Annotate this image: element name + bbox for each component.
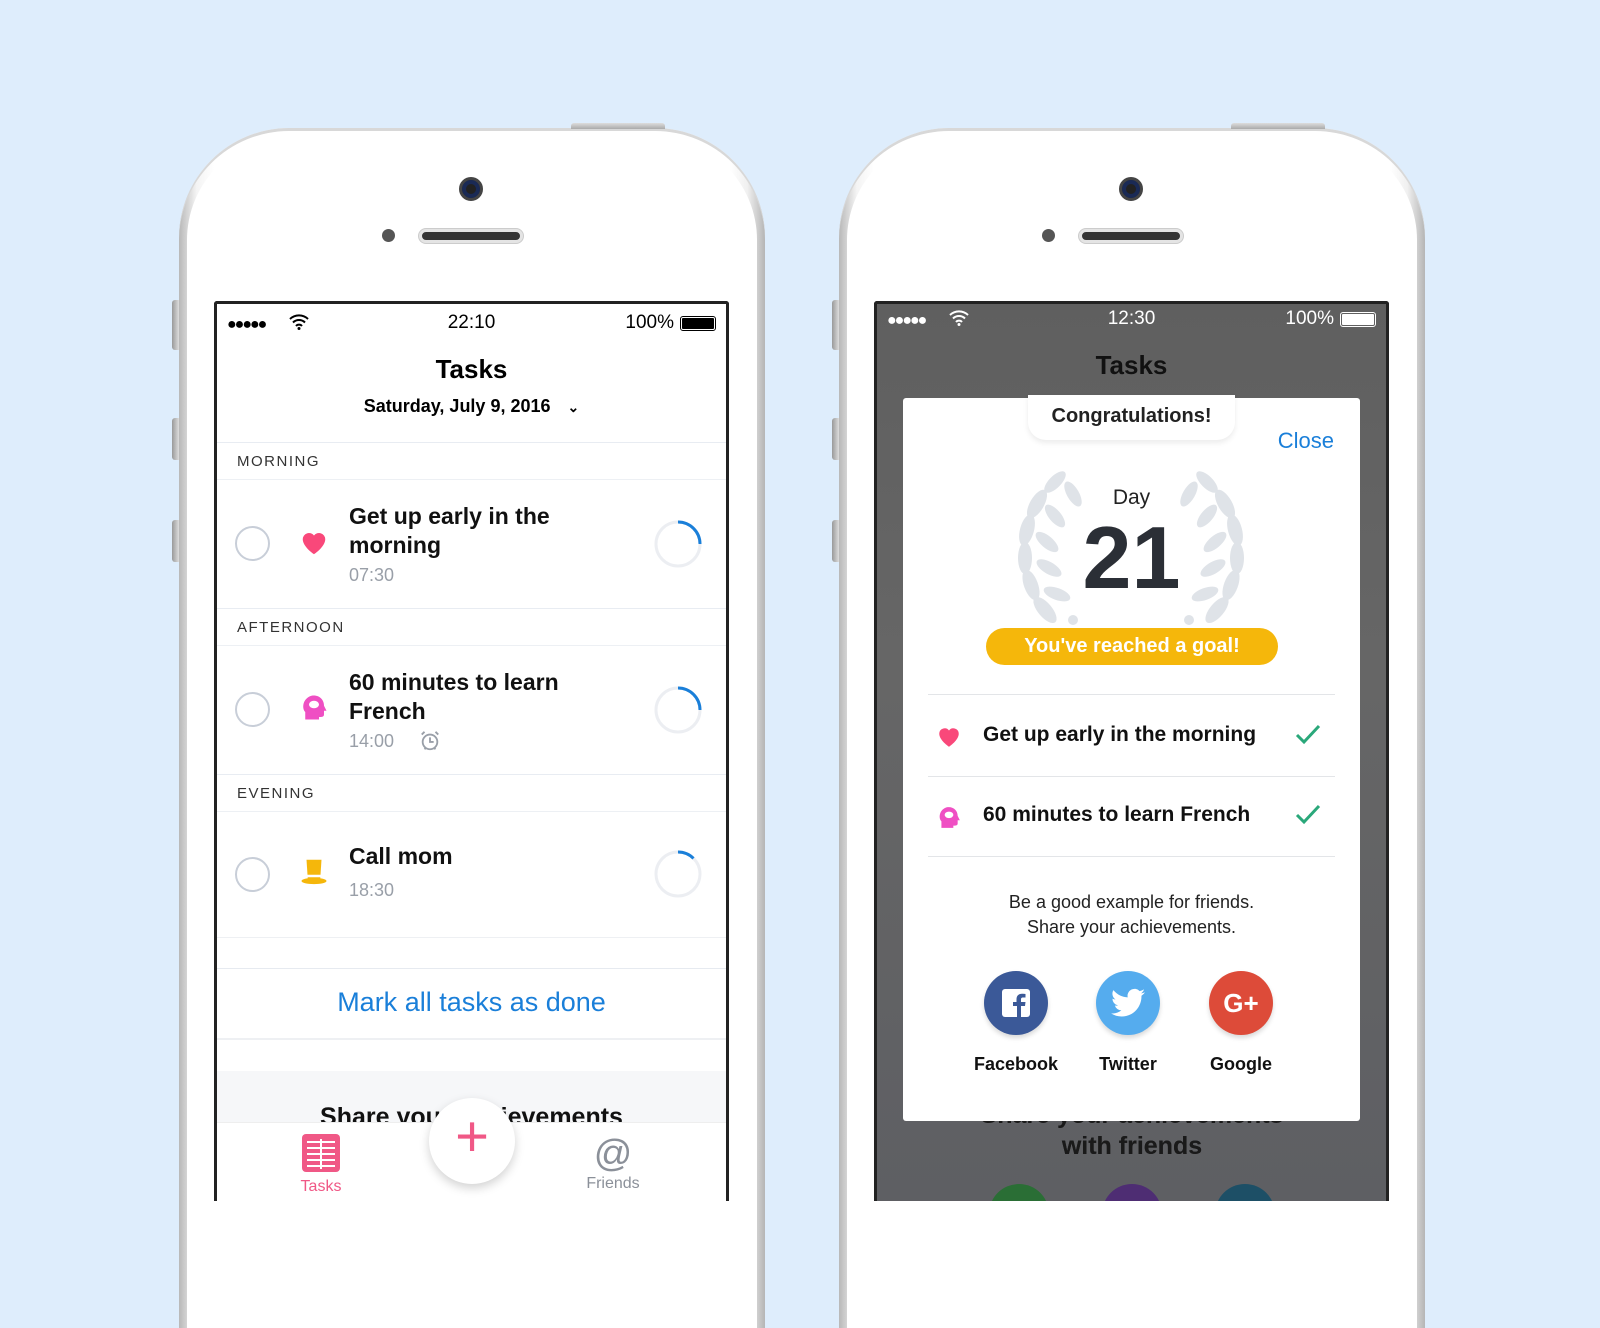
google-button[interactable]: G+ bbox=[1209, 971, 1273, 1035]
battery-icon bbox=[1340, 311, 1376, 327]
task-time: 14:00 bbox=[349, 731, 395, 751]
task-row[interactable]: 60 minutes to learn French 14:00 bbox=[217, 646, 726, 774]
task-name: 60 minutes to learn French bbox=[983, 803, 1251, 826]
heart-icon bbox=[302, 533, 326, 555]
battery-icon bbox=[680, 315, 716, 331]
head-icon bbox=[939, 807, 960, 828]
twitter-label: Twitter bbox=[1099, 1054, 1157, 1074]
section-afternoon: AFTERNOON bbox=[217, 608, 726, 646]
task-checkbox[interactable] bbox=[235, 526, 270, 561]
mark-all-done-button[interactable]: Mark all tasks as done bbox=[217, 968, 726, 1040]
day-number: 21 bbox=[1082, 508, 1181, 607]
battery-percent: 100% bbox=[1285, 308, 1334, 329]
facebook-icon bbox=[1002, 989, 1030, 1017]
progress-ring bbox=[654, 850, 702, 898]
google-label: Google bbox=[1210, 1054, 1272, 1074]
task-row[interactable]: Call mom 18:30 bbox=[217, 812, 726, 938]
tab-label: Tasks bbox=[300, 1178, 342, 1195]
google-plus-icon: G+ bbox=[1223, 988, 1259, 1018]
at-icon: @ bbox=[593, 1133, 633, 1175]
page-title: Tasks bbox=[435, 354, 508, 384]
congrats-screen: ●●●●● 12:30 100% Tasks Share your achiev… bbox=[874, 301, 1389, 1201]
speaker bbox=[1079, 229, 1183, 243]
message-line: Share your achievements. bbox=[1026, 917, 1237, 937]
day-label: Day bbox=[1112, 486, 1151, 509]
facebook-button[interactable] bbox=[984, 971, 1048, 1035]
share-message: Be a good example for friends. Share you… bbox=[903, 890, 1360, 940]
task-time: 07:30 bbox=[349, 565, 395, 585]
sensor bbox=[382, 229, 395, 242]
add-task-button[interactable]: + bbox=[429, 1098, 515, 1184]
twitter-icon bbox=[1111, 988, 1145, 1017]
task-checkbox[interactable] bbox=[235, 692, 270, 727]
speaker bbox=[419, 229, 523, 243]
date-label: Saturday, July 9, 2016 bbox=[363, 396, 551, 416]
camera bbox=[459, 177, 483, 201]
message-line: Be a good example for friends. bbox=[1008, 892, 1255, 912]
status-bar: ●●●●● 12:30 100% bbox=[887, 308, 1376, 332]
congrats-badge: Congratulations! bbox=[1028, 395, 1235, 440]
chevron-down-icon: ⌄ bbox=[567, 399, 580, 415]
heart-icon bbox=[939, 728, 959, 747]
tasks-icon bbox=[302, 1134, 340, 1172]
bg-share-heading: with friends bbox=[1061, 1132, 1203, 1160]
date-picker[interactable]: Saturday, July 9, 2016 ⌄ bbox=[217, 396, 726, 417]
completed-task: Get up early in the morning bbox=[928, 715, 1335, 755]
head-icon bbox=[303, 695, 327, 720]
task-name: Get up early in the morning bbox=[983, 723, 1257, 746]
goal-badge: You've reached a goal! bbox=[986, 628, 1278, 665]
progress-ring bbox=[654, 520, 702, 568]
congrats-modal: Congratulations! Close Day 21 You've rea… bbox=[903, 395, 1360, 1121]
task-name: 60 minutes to learn French bbox=[349, 669, 559, 724]
tab-label: Friends bbox=[586, 1175, 640, 1192]
task-name: Get up early in the morning bbox=[349, 503, 550, 558]
hat-icon bbox=[301, 859, 327, 885]
tab-tasks[interactable]: Tasks bbox=[281, 1133, 361, 1196]
close-button[interactable]: Close bbox=[1278, 428, 1334, 454]
section-evening: EVENING bbox=[217, 774, 726, 812]
task-row[interactable]: Get up early in the morning 07:30 bbox=[217, 480, 726, 608]
section-morning: MORNING bbox=[217, 442, 726, 480]
checkmark-icon bbox=[1295, 724, 1321, 745]
task-name: Call mom bbox=[349, 843, 453, 869]
tasks-screen: ●●●●● 22:10 100% Tasks Saturday, July 9,… bbox=[214, 301, 729, 1201]
task-time: 18:30 bbox=[349, 880, 395, 900]
plus-icon: + bbox=[455, 1104, 489, 1169]
facebook-label: Facebook bbox=[973, 1054, 1059, 1074]
checkmark-icon bbox=[1295, 804, 1321, 825]
sensor bbox=[1042, 229, 1055, 242]
page-title: Tasks bbox=[1095, 350, 1168, 380]
tab-friends[interactable]: @ Friends bbox=[573, 1133, 653, 1193]
battery-percent: 100% bbox=[625, 312, 674, 333]
task-checkbox[interactable] bbox=[235, 857, 270, 892]
alarm-icon bbox=[421, 731, 439, 751]
twitter-button[interactable] bbox=[1096, 971, 1160, 1035]
progress-ring bbox=[654, 686, 702, 734]
camera bbox=[1119, 177, 1143, 201]
completed-task: 60 minutes to learn French bbox=[928, 795, 1335, 835]
status-bar: ●●●●● 22:10 100% bbox=[227, 312, 716, 336]
